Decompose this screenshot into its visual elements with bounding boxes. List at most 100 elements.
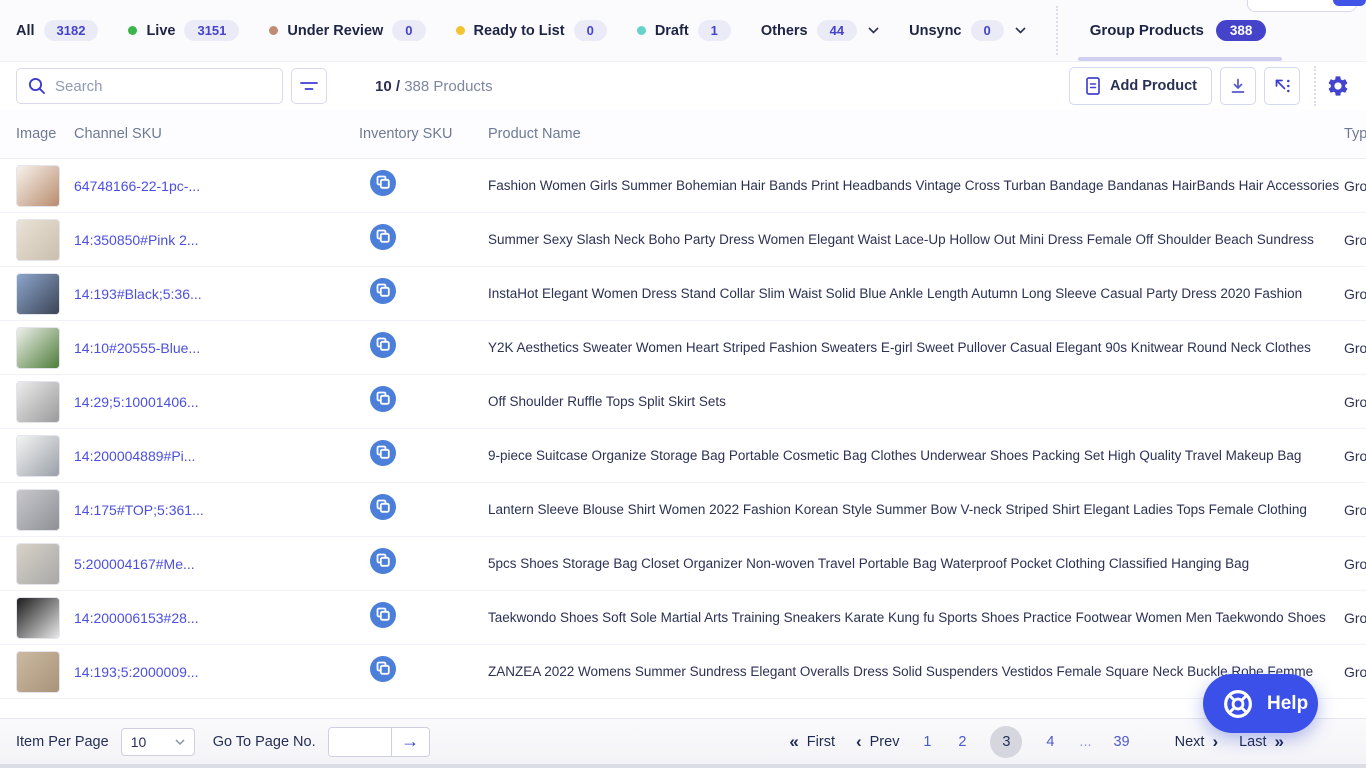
table-row: 14:29;5:10001406... Off Shoulder Ruffle … [0,375,1366,429]
product-thumbnail[interactable] [16,597,60,639]
copy-inventory-sku-icon[interactable] [370,548,396,574]
product-name: Off Shoulder Ruffle Tops Split Skirt Set… [488,394,1344,409]
filter-tab-draft[interactable]: Draft 1 [637,20,731,41]
channel-sku-link[interactable]: 5:200004167#Me... [74,556,359,572]
first-label: First [807,734,835,750]
filter-label: Unsync [909,23,961,39]
chevron-down-icon[interactable] [1015,27,1026,34]
settings-button[interactable] [1326,74,1350,98]
product-name: 5pcs Shoes Storage Bag Closet Organizer … [488,556,1344,571]
double-chevron-left-icon: « [789,733,798,750]
page-ellipsis: ... [1078,734,1092,750]
clipped-blue-element [1333,0,1366,6]
double-chevron-right-icon: » [1275,733,1284,750]
help-label: Help [1267,693,1308,715]
tab-group-products[interactable]: Group Products 388 [1084,0,1273,61]
filter-button[interactable] [291,68,327,104]
gear-icon [1326,74,1350,98]
product-thumbnail[interactable] [16,435,60,477]
pagination-bar: Item Per Page 10 Go To Page No. → « Firs… [0,718,1366,764]
copy-inventory-sku-icon[interactable] [370,656,396,682]
next-page-button[interactable]: Next › [1175,733,1219,750]
product-thumbnail[interactable] [16,381,60,423]
copy-inventory-sku-icon[interactable] [370,332,396,358]
product-name: Taekwondo Shoes Soft Sole Martial Arts T… [488,610,1344,625]
channel-sku-link[interactable]: 14:193#Black;5:36... [74,286,359,302]
filter-tab-all[interactable]: All 3182 [16,20,98,41]
product-thumbnail[interactable] [16,543,60,585]
arrow-right-icon: → [401,731,419,752]
product-type: Group [1344,232,1366,248]
export-sync-button[interactable] [1264,67,1300,105]
header-type: Type [1344,126,1366,142]
filter-tab-unsync[interactable]: Unsync 0 [909,20,1026,41]
status-dot [269,26,278,35]
page-number[interactable]: 1 [920,734,934,750]
channel-sku-link[interactable]: 14:350850#Pink 2... [74,232,359,248]
first-page-button[interactable]: « First [789,733,835,750]
channel-sku-link[interactable]: 14:200004889#Pi... [74,448,359,464]
filter-label: Live [146,23,175,39]
page-number-active[interactable]: 3 [990,726,1022,758]
product-thumbnail[interactable] [16,273,60,315]
channel-sku-link[interactable]: 14:193;5:2000009... [74,664,359,680]
product-thumbnail[interactable] [16,219,60,261]
count-badge: 1 [698,20,731,41]
add-product-button[interactable]: Add Product [1069,67,1212,105]
product-type: Group [1344,178,1366,194]
group-products-count-badge: 388 [1216,20,1267,41]
prev-page-button[interactable]: ‹ Prev [856,733,900,750]
channel-sku-link[interactable]: 14:29;5:10001406... [74,394,359,410]
channel-sku-link[interactable]: 14:200006153#28... [74,610,359,626]
copy-inventory-sku-icon[interactable] [370,170,396,196]
filter-label: Draft [655,23,689,39]
page-number[interactable]: 39 [1113,734,1129,750]
product-type: Group [1344,286,1366,302]
filter-tab-others[interactable]: Others 44 [761,20,879,41]
copy-inventory-sku-icon[interactable] [370,602,396,628]
product-thumbnail[interactable] [16,489,60,531]
help-button[interactable]: Help [1203,674,1318,733]
product-thumbnail[interactable] [16,165,60,207]
download-button[interactable] [1220,67,1256,105]
copy-inventory-sku-icon[interactable] [370,278,396,304]
copy-inventory-sku-icon[interactable] [370,386,396,412]
copy-inventory-sku-icon[interactable] [370,494,396,520]
page-number[interactable]: 4 [1043,734,1057,750]
copy-inventory-sku-icon[interactable] [370,440,396,466]
filter-tab-live[interactable]: Live 3151 [128,20,239,41]
header-channel-sku: Channel SKU [74,126,359,142]
copy-inventory-sku-icon[interactable] [370,224,396,250]
table-row: 14:10#20555-Blue... Y2K Aesthetics Sweat… [0,321,1366,375]
pagination: « First ‹ Prev 1 2 3 4 ... 39 Next › Las… [789,726,1284,758]
products-page: All 3182 Live 3151 Under Review 0 Ready … [0,0,1366,768]
chevron-down-icon[interactable] [868,27,879,34]
filter-tab-ready-to-list[interactable]: Ready to List 0 [456,20,607,41]
items-per-page-select[interactable]: 10 [121,728,195,756]
product-type: Group [1344,610,1366,626]
channel-sku-link[interactable]: 14:175#TOP;5:361... [74,502,359,518]
channel-sku-link[interactable]: 64748166-22-1pc-... [74,178,359,194]
prev-label: Prev [870,734,900,750]
filter-label: Ready to List [474,23,565,39]
filter-label: All [16,23,35,39]
product-thumbnail[interactable] [16,327,60,369]
products-count: 10 / 388 Products [375,78,493,95]
channel-sku-link[interactable]: 14:10#20555-Blue... [74,340,359,356]
header-inventory-sku: Inventory SKU [359,126,488,142]
filter-label: Under Review [287,23,383,39]
download-icon [1229,77,1247,95]
table-row: 14:193#Black;5:36... InstaHot Elegant Wo… [0,267,1366,321]
goto-page-button[interactable]: → [391,728,429,756]
goto-page-input[interactable] [329,728,391,756]
last-label: Last [1239,734,1266,750]
window-bottom-edge [0,764,1366,768]
table-row: 64748166-22-1pc-... Fashion Women Girls … [0,159,1366,213]
last-page-button[interactable]: Last » [1239,733,1284,750]
page-number[interactable]: 2 [955,734,969,750]
product-thumbnail[interactable] [16,651,60,693]
search-input[interactable] [55,78,272,95]
document-icon [1084,76,1102,96]
filter-tab-under-review[interactable]: Under Review 0 [269,20,425,41]
goto-page-group: → [328,727,430,757]
